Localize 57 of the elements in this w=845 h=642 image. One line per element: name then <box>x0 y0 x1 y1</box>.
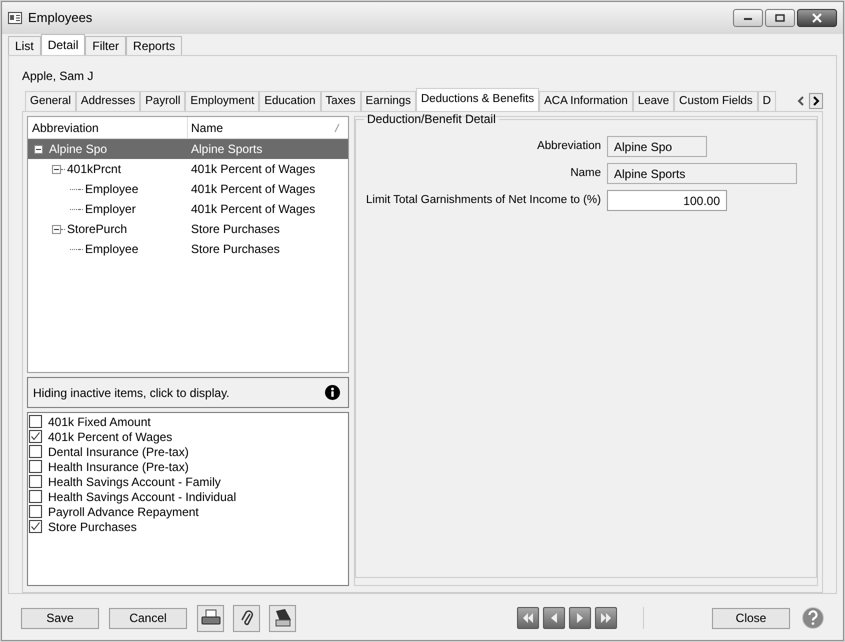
tree-abbreviation: 401kPrcnt <box>67 161 122 178</box>
tree-abbreviation: Alpine Spo <box>49 141 108 158</box>
tab[interactable]: D <box>758 91 776 111</box>
tab[interactable]: Leave <box>632 91 674 111</box>
tab[interactable]: Earnings <box>360 91 416 111</box>
tree-name: Store Purchases <box>191 221 280 238</box>
column-header[interactable]: Name <box>188 118 334 136</box>
checklist-label: 401k Percent of Wages <box>48 428 172 446</box>
input-field[interactable]: 100.00 <box>607 190 727 211</box>
tree-name: Store Purchases <box>191 241 280 258</box>
info-text: Hiding inactive items, click to display. <box>33 384 230 402</box>
tree-name: 401k Percent of Wages <box>191 201 316 218</box>
employee-name: Apple, Sam J <box>22 68 94 83</box>
tab[interactable]: Payroll <box>140 91 186 111</box>
tree-name: Alpine Sports <box>191 141 262 158</box>
field-label: Abbreviation <box>536 138 602 154</box>
checklist-label: Dental Insurance (Pre-tax) <box>48 444 189 460</box>
tab[interactable]: List <box>8 36 41 55</box>
tree-abbreviation: StorePurch <box>67 221 128 238</box>
tree-abbreviation: Employee <box>85 241 138 258</box>
tree-row[interactable]: 401kPrcnt 401k Percent of Wages <box>28 159 348 179</box>
save-button[interactable]: Save <box>21 608 99 628</box>
close-button[interactable]: Close <box>712 608 790 628</box>
tree-abbreviation: Employee <box>85 181 138 198</box>
window-title: Employees <box>28 9 92 28</box>
checklist-label: Health Savings Account - Family <box>48 474 221 490</box>
tab[interactable]: Filter <box>85 36 126 55</box>
input-field[interactable]: Alpine Sports <box>607 163 797 184</box>
field-label: Limit Total Garnishments of Net Income to (%) <box>365 192 602 208</box>
tree-row[interactable]: Employee Store Purchases <box>28 239 348 259</box>
tree-row[interactable]: Employer 401k Percent of Wages <box>28 199 348 219</box>
checklist-label: Store Purchases <box>48 518 137 536</box>
tab[interactable]: ACA Information <box>539 91 633 111</box>
tab[interactable]: Addresses <box>76 91 140 111</box>
tree-row[interactable]: StorePurch Store Purchases <box>28 219 348 239</box>
tree-name: 401k Percent of Wages <box>191 161 316 178</box>
tab[interactable]: Deductions & Benefits <box>416 88 540 111</box>
checklist-label: 401k Fixed Amount <box>48 414 151 430</box>
tab[interactable]: Education <box>259 91 320 111</box>
tab[interactable]: Taxes <box>320 91 361 111</box>
tree-name: 401k Percent of Wages <box>191 181 316 198</box>
tree-row[interactable]: Alpine Spo Alpine Sports <box>28 139 348 159</box>
tree-row[interactable]: Employee 401k Percent of Wages <box>28 179 348 199</box>
tab[interactable]: Custom Fields <box>674 91 758 111</box>
group-title: Deduction/Benefit Detail <box>366 111 497 128</box>
cancel-button[interactable]: Cancel <box>109 608 187 628</box>
field-label: Name <box>569 166 602 181</box>
tab[interactable]: Detail <box>40 34 86 55</box>
info-bar[interactable]: Hiding inactive items, click to display. <box>27 377 349 408</box>
checklist-label: Payroll Advance Repayment <box>48 504 199 520</box>
input-field[interactable]: Alpine Spo <box>607 136 707 157</box>
tab[interactable]: Reports <box>126 36 182 55</box>
tab[interactable]: General <box>25 91 76 111</box>
tab[interactable]: Employment <box>185 91 260 111</box>
checklist-label: Health Savings Account - Individual <box>48 488 236 506</box>
tree-abbreviation: Employer <box>85 201 136 218</box>
checklist-label: Health Insurance (Pre-tax) <box>48 458 189 476</box>
